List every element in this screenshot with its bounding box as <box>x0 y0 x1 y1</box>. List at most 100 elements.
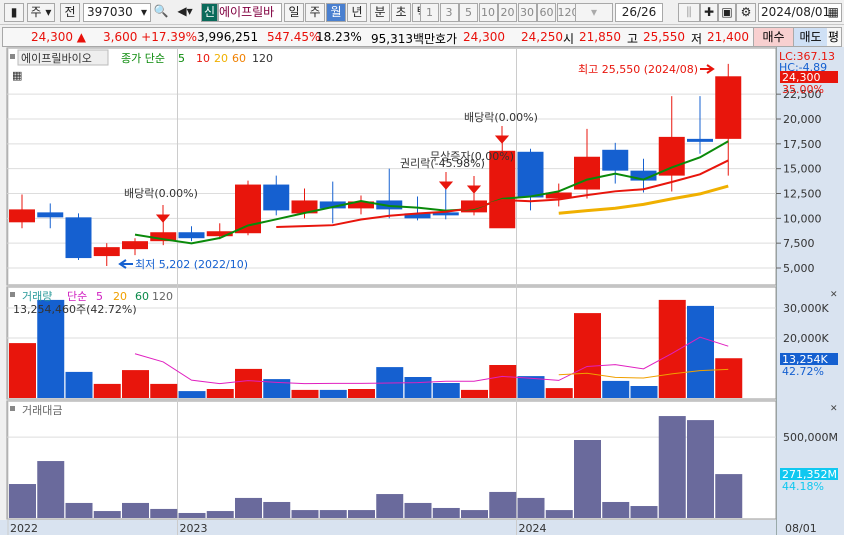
tab-4[interactable]: 분 <box>370 3 390 22</box>
volume-bar-2023/07 <box>348 389 375 398</box>
date-value: 2024/08/01 <box>761 5 831 19</box>
amount-bar-2024/06 <box>658 416 686 518</box>
hoga-label: 호가 <box>435 32 458 46</box>
open-price: 21,850 <box>579 30 621 44</box>
mode-button[interactable]: 전 <box>60 3 80 22</box>
legend-marker <box>10 54 15 59</box>
buy-button[interactable]: 매수 <box>753 28 793 46</box>
candle-2022/08 <box>37 212 64 218</box>
code-input[interactable]: 397030 ▾ <box>83 3 151 22</box>
candle-2024/07 <box>687 138 713 142</box>
high-price: 25,550 <box>643 30 685 44</box>
speaker-icon[interactable]: ◀▾ <box>172 3 198 22</box>
gear-icon[interactable]: ⚙ <box>736 3 756 22</box>
axis-label-price: 12,500 <box>783 188 822 201</box>
amount-bar-2024/05 <box>630 506 658 518</box>
axis-label-price: 10,000 <box>783 212 822 225</box>
interval-5[interactable]: 5 <box>459 3 478 22</box>
save-icon[interactable]: ▣ <box>718 3 736 22</box>
date-input[interactable]: 2024/08/01 ▦ <box>758 3 842 22</box>
amount-bar-2023/01 <box>178 512 206 518</box>
interval-20[interactable]: 20 <box>498 3 517 22</box>
volume-bar-2024/03 <box>574 313 601 398</box>
x-axis-date: 08/01 <box>785 522 817 535</box>
candle-2024/03 <box>574 156 600 190</box>
volume-ma-period-120: 120 <box>152 290 173 303</box>
amount-bar-2023/07 <box>348 510 375 518</box>
tab-5[interactable]: 초 <box>391 3 411 22</box>
sell-button[interactable]: 매도 <box>793 28 827 46</box>
add-indicator-icon[interactable]: ✚ <box>700 3 718 22</box>
candle-settings-icon[interactable]: ⫼ <box>678 3 700 22</box>
candle-2024/01 <box>517 151 544 198</box>
interval-120[interactable]: 120 <box>556 3 579 22</box>
tab-1[interactable]: 주 <box>305 3 325 22</box>
interval-3[interactable]: 3 <box>439 3 459 22</box>
count-total: /26 <box>636 5 657 19</box>
volume-bar-2023/10 <box>432 383 460 398</box>
axis-label-volume: 30,000K <box>783 302 829 315</box>
volume-bar-2023/05 <box>291 389 319 398</box>
interval-10[interactable]: 10 <box>478 3 498 22</box>
volume-panel-name: 거래량 <box>22 290 52 303</box>
tab-0[interactable]: 일 <box>284 3 304 22</box>
stock-chart[interactable]: 22,50020,00017,50015,00012,50010,0007,50… <box>0 47 844 535</box>
amount-bar-2023/03 <box>235 497 262 518</box>
event-label: 무상증자(0.00%) <box>430 150 514 163</box>
amount-bar-2023/10 <box>432 507 460 518</box>
amount-bar-2023/04 <box>263 501 291 518</box>
search-icon[interactable]: 🔍 <box>152 3 170 22</box>
axis-label-price: 5,000 <box>783 262 815 275</box>
candle-2022/11 <box>122 241 148 250</box>
candle-2022/07 <box>9 209 35 223</box>
turnover: 18.23% <box>316 30 362 44</box>
count-value: 26 <box>621 5 637 19</box>
volume-bar-2024/06 <box>658 299 686 398</box>
ma-label: 종가 단순 <box>121 52 165 65</box>
amount-bar-2022/07 <box>9 484 36 518</box>
amount-bar-2023/09 <box>404 502 432 518</box>
volume-bar-2023/09 <box>404 377 432 398</box>
tab-2[interactable]: 월 <box>326 3 346 22</box>
calendar-icon[interactable]: ▦ <box>828 4 839 21</box>
candle-2024/08 <box>715 76 742 139</box>
axis-label-price: 20,000 <box>783 113 822 126</box>
low-price: 21,400 <box>707 30 749 44</box>
toolbar: ▮ 주 ▾ 전 397030▾ 🔍 ◀▾ 신 에이프릴바 일주월년분초틱 135… <box>0 0 844 25</box>
avg-button[interactable]: 평 <box>828 28 839 46</box>
interval-1[interactable]: 1 <box>420 3 439 22</box>
amount-bar-2024/01 <box>517 497 545 518</box>
x-axis-label: 2024 <box>519 522 547 535</box>
amount-bar-2022/12 <box>150 508 178 518</box>
axis-label-price: 15,000 <box>783 163 822 176</box>
volume-bar-2024/08 <box>715 358 743 398</box>
candle-2022/09 <box>65 217 92 259</box>
count-input[interactable]: 26/26 <box>615 3 663 22</box>
volume-ratio: 547.45% <box>267 30 321 44</box>
interval-30[interactable]: 30 <box>517 3 537 22</box>
volume-bar-2023/06 <box>319 389 347 398</box>
price-panel-name: 에이프릴바이오 <box>21 52 92 65</box>
amount-bar-2024/08 <box>715 474 743 518</box>
period-select[interactable]: 주 ▾ <box>27 3 55 22</box>
amount-bar-2023/05 <box>291 510 319 518</box>
volume-bar-2022/09 <box>65 371 93 398</box>
stock-name[interactable]: 에이프릴바 <box>218 3 282 22</box>
tab-3[interactable]: 년 <box>347 3 367 22</box>
x-axis <box>0 520 776 535</box>
volume-ma-label: 단순 <box>67 290 87 303</box>
interval-60[interactable]: 60 <box>537 3 556 22</box>
volume-bar-2024/05 <box>630 386 658 398</box>
ask-price: 24,300 <box>463 30 505 44</box>
low-label: 저 <box>691 32 703 46</box>
last-price-pct: 35.00% <box>782 83 824 96</box>
panel-toggle-icon[interactable]: ▮ <box>4 3 24 22</box>
volume-ma-period-20: 20 <box>113 290 127 303</box>
candle-2022/10 <box>93 247 120 257</box>
amount-bar-2023/12 <box>489 491 517 518</box>
interval-dropdown[interactable]: ▾ <box>575 3 613 22</box>
volume-bar-2023/02 <box>206 389 234 398</box>
volume-readout: 13,254,460주(42.72%) <box>13 303 137 316</box>
low-annotation: 최저 5,202 (2022/10) <box>135 258 248 271</box>
legend-marker <box>10 292 15 297</box>
